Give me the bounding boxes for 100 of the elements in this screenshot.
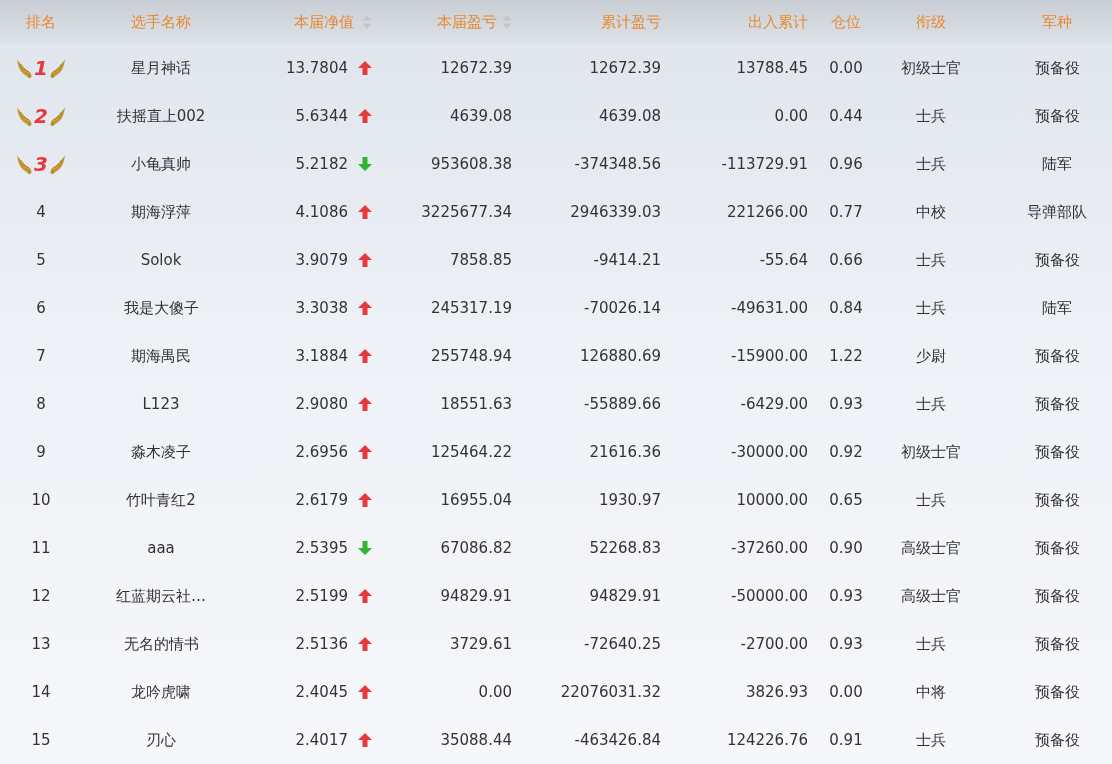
- rank-number: 6: [36, 299, 46, 317]
- position-value: 0.91: [829, 731, 863, 749]
- player-name: 竹叶青红2: [126, 490, 196, 510]
- net-value: 2.9080: [295, 395, 348, 413]
- total-profit-value: -9414.21: [593, 251, 661, 269]
- player-name: 我是大傻子: [123, 298, 199, 318]
- column-header: 军种: [1042, 12, 1072, 32]
- in-out-value: 3826.93: [745, 683, 808, 701]
- net-value: 2.6179: [295, 491, 348, 509]
- grade-label: 士兵: [916, 490, 946, 510]
- position-value: 0.93: [829, 587, 863, 605]
- branch-label: 预备役: [1034, 106, 1080, 126]
- position-value: 0.44: [829, 107, 863, 125]
- position-value: 0.77: [829, 203, 863, 221]
- in-out-value: 124226.76: [726, 731, 808, 749]
- net-value: 5.6344: [295, 107, 348, 125]
- grade-label: 士兵: [916, 298, 946, 318]
- total-profit-value: 2946339.03: [570, 203, 661, 221]
- net-value: 2.6956: [295, 443, 348, 461]
- branch-label: 陆军: [1042, 154, 1072, 174]
- player-name: 期海浮萍: [131, 202, 191, 222]
- position-value: 0.65: [829, 491, 863, 509]
- branch-label: 陆军: [1042, 298, 1072, 318]
- position-value: 0.92: [829, 443, 863, 461]
- grade-label: 少尉: [916, 346, 946, 366]
- profit-value: 67086.82: [440, 539, 512, 557]
- player-name: 龙吟虎啸: [131, 682, 191, 702]
- branch-label: 导弹部队: [1027, 202, 1087, 222]
- column-header: 出入累计: [748, 12, 808, 32]
- branch-label: 预备役: [1034, 394, 1080, 414]
- in-out-value: -30000.00: [731, 443, 808, 461]
- total-profit-value: -463426.84: [574, 731, 661, 749]
- in-out-value: 221266.00: [726, 203, 808, 221]
- player-name: aaa: [147, 539, 175, 557]
- rank-number: 1: [33, 56, 49, 80]
- net-value: 13.7804: [285, 59, 348, 77]
- total-profit-value: -374348.56: [574, 155, 661, 173]
- profit-value: 16955.04: [440, 491, 512, 509]
- sortable-column-header[interactable]: 本届盈亏: [437, 12, 497, 32]
- player-name: 无名的情书: [123, 634, 199, 654]
- profit-value: 0.00: [478, 683, 512, 701]
- net-value: 3.3038: [295, 299, 348, 317]
- rank-number: 9: [36, 443, 46, 461]
- total-profit-value: -70026.14: [584, 299, 661, 317]
- rank-number: 15: [31, 731, 51, 749]
- in-out-value: -37260.00: [731, 539, 808, 557]
- total-profit-value: 1930.97: [598, 491, 661, 509]
- total-profit-value: 52268.83: [589, 539, 661, 557]
- in-out-value: -6429.00: [740, 395, 808, 413]
- position-value: 0.66: [829, 251, 863, 269]
- profit-value: 3225677.34: [421, 203, 512, 221]
- position-value: 0.90: [829, 539, 863, 557]
- net-value: 3.1884: [295, 347, 348, 365]
- profit-value: 35088.44: [440, 731, 512, 749]
- rank-number: 4: [36, 203, 46, 221]
- branch-label: 预备役: [1034, 538, 1080, 558]
- in-out-value: 0.00: [774, 107, 808, 125]
- player-name: 红蓝期云社…: [116, 586, 206, 606]
- total-profit-value: 21616.36: [589, 443, 661, 461]
- player-name: 星月神话: [131, 58, 191, 78]
- sortable-column-header[interactable]: 本届净值: [294, 12, 354, 32]
- branch-label: 预备役: [1034, 730, 1080, 750]
- wing-icon: [50, 153, 66, 175]
- grade-label: 士兵: [916, 106, 946, 126]
- rank-number: 11: [31, 539, 51, 557]
- profit-value: 953608.38: [430, 155, 512, 173]
- in-out-value: -55.64: [759, 251, 808, 269]
- net-value: 2.4017: [295, 731, 348, 749]
- grade-label: 中将: [916, 682, 946, 702]
- grade-label: 初级士官: [901, 442, 961, 462]
- player-name: 期海禺民: [131, 346, 191, 366]
- grade-label: 士兵: [916, 250, 946, 270]
- grade-label: 中校: [916, 202, 946, 222]
- rank-number: 10: [31, 491, 51, 509]
- branch-label: 预备役: [1034, 442, 1080, 462]
- profit-value: 94829.91: [440, 587, 512, 605]
- position-value: 1.22: [829, 347, 863, 365]
- total-profit-value: 22076031.32: [560, 683, 661, 701]
- branch-label: 预备役: [1034, 58, 1080, 78]
- net-value: 2.5136: [295, 635, 348, 653]
- player-name: 扶摇直上002: [116, 106, 206, 126]
- net-value: 2.5199: [295, 587, 348, 605]
- column-header: 选手名称: [131, 12, 191, 32]
- grade-label: 士兵: [916, 634, 946, 654]
- grade-label: 初级士官: [901, 58, 961, 78]
- column-header: 排名: [26, 12, 56, 32]
- in-out-value: -15900.00: [731, 347, 808, 365]
- profit-value: 3729.61: [449, 635, 512, 653]
- column-header: 累计盈亏: [601, 12, 661, 32]
- total-profit-value: 12672.39: [589, 59, 661, 77]
- grade-label: 士兵: [916, 394, 946, 414]
- rank-number: 12: [31, 587, 51, 605]
- position-value: 0.84: [829, 299, 863, 317]
- rank-number: 7: [36, 347, 46, 365]
- rank-number: 14: [31, 683, 51, 701]
- net-value: 5.2182: [295, 155, 348, 173]
- in-out-value: -50000.00: [731, 587, 808, 605]
- total-profit-value: 126880.69: [579, 347, 661, 365]
- net-value: 2.4045: [295, 683, 348, 701]
- branch-label: 预备役: [1034, 682, 1080, 702]
